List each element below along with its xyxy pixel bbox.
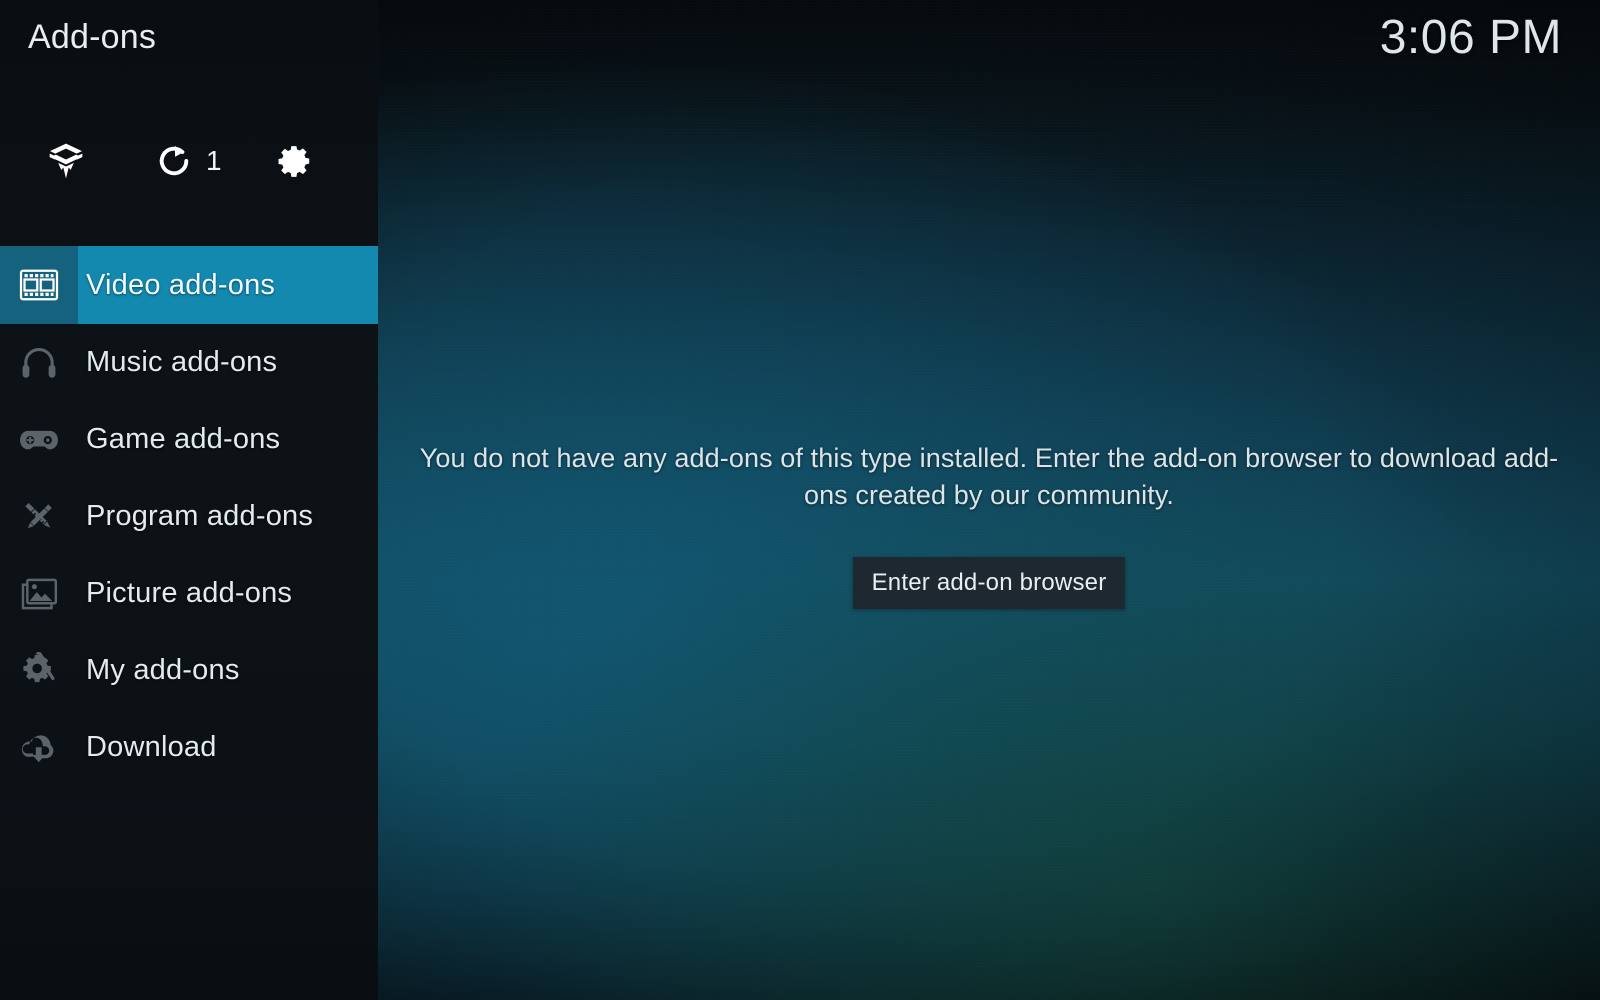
empty-state: You do not have any add-ons of this type… bbox=[409, 440, 1569, 609]
sidebar-item-download[interactable]: Download bbox=[0, 709, 378, 786]
pencil-ruler-icon bbox=[0, 478, 78, 555]
sidebar-item-music-add-ons[interactable]: Music add-ons bbox=[0, 324, 378, 401]
sidebar-item-program-add-ons[interactable]: Program add-ons bbox=[0, 478, 378, 555]
sidebar-item-game-add-ons[interactable]: Game add-ons bbox=[0, 401, 378, 478]
open-box-icon bbox=[46, 141, 86, 181]
cloud-download-icon bbox=[0, 709, 78, 786]
sidebar-item-label: Music add-ons bbox=[86, 346, 278, 378]
sidebar-item-label: Game add-ons bbox=[86, 423, 281, 455]
headphones-icon bbox=[0, 324, 78, 401]
sidebar-item-label: Video add-ons bbox=[86, 268, 276, 301]
gamepad-icon bbox=[0, 401, 78, 478]
sidebar-item-label: My add-ons bbox=[86, 654, 240, 686]
page-title: Add-ons bbox=[28, 18, 157, 56]
picture-icon bbox=[0, 555, 78, 632]
sidebar: Add-ons 1 Video add-ons Music add-ons Ga… bbox=[0, 0, 378, 1000]
film-strip-icon bbox=[0, 246, 78, 324]
sidebar-menu: Video add-ons Music add-ons Game add-ons… bbox=[0, 246, 378, 786]
check-updates-button[interactable]: 1 bbox=[156, 143, 222, 179]
update-count-badge: 1 bbox=[206, 145, 222, 176]
addon-browser-button[interactable] bbox=[46, 141, 86, 181]
refresh-icon bbox=[156, 143, 192, 179]
kodi-addons-window: 3:06 PM Add-ons 1 Video add-ons Music ad… bbox=[0, 0, 1600, 1000]
sidebar-item-label: Picture add-ons bbox=[86, 577, 293, 609]
sidebar-item-label: Program add-ons bbox=[86, 500, 314, 532]
gear-screwdriver-icon bbox=[0, 632, 78, 709]
addon-settings-button[interactable] bbox=[276, 142, 314, 180]
sidebar-item-picture-add-ons[interactable]: Picture add-ons bbox=[0, 555, 378, 632]
empty-state-message: You do not have any add-ons of this type… bbox=[419, 443, 1559, 511]
sidebar-item-my-add-ons[interactable]: My add-ons bbox=[0, 632, 378, 709]
sidebar-toolbar: 1 bbox=[0, 130, 378, 192]
enter-addon-browser-button[interactable]: Enter add-on browser bbox=[853, 556, 1125, 609]
sidebar-item-video-add-ons[interactable]: Video add-ons bbox=[0, 246, 378, 324]
sidebar-item-label: Download bbox=[86, 731, 217, 763]
main-content: You do not have any add-ons of this type… bbox=[378, 0, 1600, 1000]
gear-icon bbox=[276, 142, 314, 180]
